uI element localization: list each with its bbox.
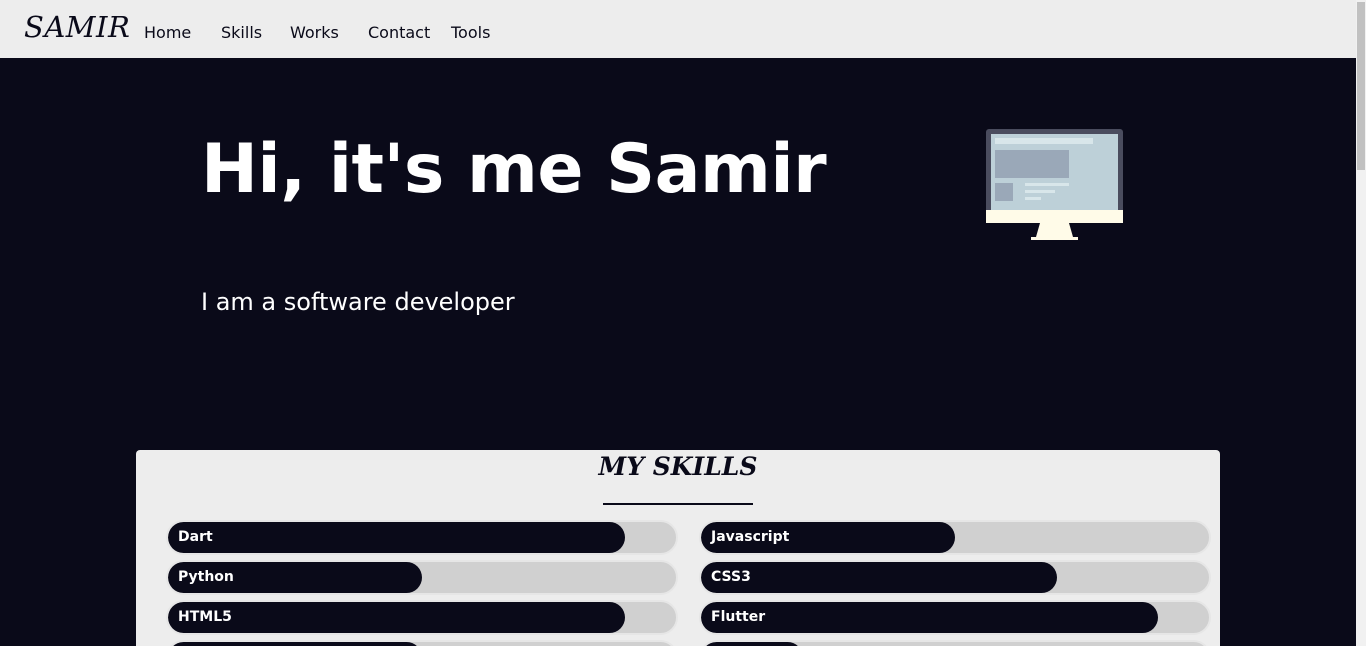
nav-link-home[interactable]: Home xyxy=(144,23,191,42)
skill-label: Flutter xyxy=(711,609,766,625)
skills-heading: MY SKILLS xyxy=(598,452,758,481)
skill-bar-fill xyxy=(701,562,1057,593)
skill-bar-css3: CSS3 xyxy=(699,560,1211,595)
nav-link-works[interactable]: Works xyxy=(290,23,339,42)
navbar: SAMIR Home Skills Works Contact Tools xyxy=(0,0,1356,58)
hero-title: Hi, it's me Samir xyxy=(201,130,827,209)
skills-heading-underline xyxy=(603,503,753,505)
skill-bar-partial xyxy=(699,640,1211,646)
skill-bar-fill xyxy=(701,602,1159,633)
hero-subtitle: I am a software developer xyxy=(201,288,515,316)
monitor-icon xyxy=(985,128,1125,242)
scrollbar[interactable] xyxy=(1356,0,1366,646)
skill-bar-python: Python xyxy=(166,560,678,595)
scrollbar-thumb[interactable] xyxy=(1357,2,1365,170)
skill-label: Dart xyxy=(178,529,213,545)
skill-bar-flutter: Flutter xyxy=(699,600,1211,635)
nav-link-tools[interactable]: Tools xyxy=(451,23,490,42)
skill-bar-fill xyxy=(701,642,803,646)
nav-link-contact[interactable]: Contact xyxy=(368,23,430,42)
nav-link-skills[interactable]: Skills xyxy=(221,23,262,42)
skill-bar-fill xyxy=(168,602,626,633)
skill-bar-dart: Dart xyxy=(166,520,678,555)
skill-label: HTML5 xyxy=(178,609,232,625)
skill-label: Python xyxy=(178,569,234,585)
brand-logo[interactable]: SAMIR xyxy=(24,10,130,44)
skill-bar-partial xyxy=(166,640,678,646)
skill-bar-fill xyxy=(168,522,626,553)
skills-section: MY SKILLS Dart Javascript Python CSS3 HT… xyxy=(136,450,1220,646)
skill-bar-javascript: Javascript xyxy=(699,520,1211,555)
skill-bar-html5: HTML5 xyxy=(166,600,678,635)
skill-label: CSS3 xyxy=(711,569,751,585)
skill-label: Javascript xyxy=(711,529,790,545)
skill-bar-fill xyxy=(168,642,422,646)
